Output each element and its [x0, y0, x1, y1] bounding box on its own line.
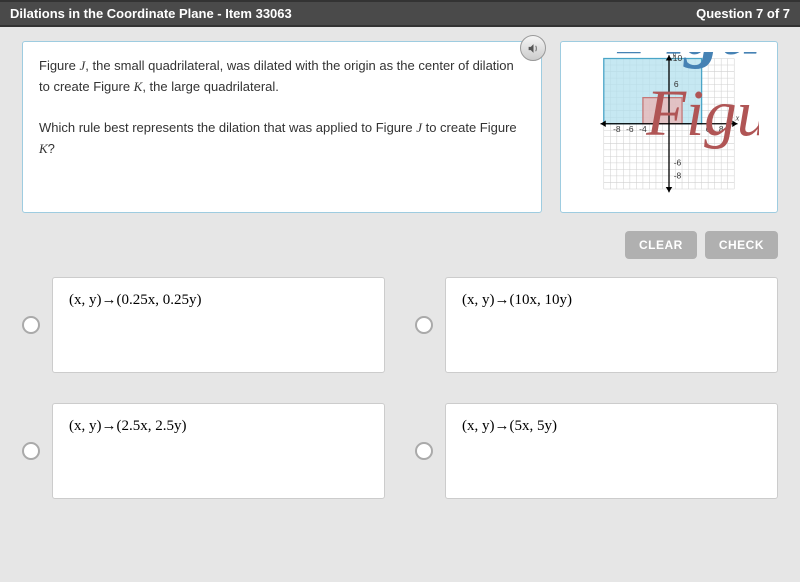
figure-j-label: Figure J: [645, 78, 759, 150]
figure-box: -8 -6 -4 6 8 10 6 -6 -8 x y Figure K Fig…: [560, 41, 778, 213]
audio-button[interactable]: [520, 35, 546, 61]
page-title: Dilations in the Coordinate Plane - Item…: [10, 6, 292, 21]
option-c-wrap: (x, y)→(2.5x, 2.5y): [22, 403, 385, 499]
coordinate-graph: -8 -6 -4 6 8 10 6 -6 -8 x y Figure K Fig…: [579, 52, 759, 202]
option-d-box[interactable]: (x, y)→(5x, 5y): [445, 403, 778, 499]
action-buttons: CLEAR CHECK: [22, 231, 778, 259]
clear-button[interactable]: CLEAR: [625, 231, 697, 259]
question-text-box: Figure J, the small quadrilateral, was d…: [22, 41, 542, 213]
option-c-box[interactable]: (x, y)→(2.5x, 2.5y): [52, 403, 385, 499]
header-bar: Dilations in the Coordinate Plane - Item…: [0, 0, 800, 27]
option-a-wrap: (x, y)→(0.25x, 0.25y): [22, 277, 385, 373]
option-b-box[interactable]: (x, y)→(10x, 10y): [445, 277, 778, 373]
option-b-wrap: (x, y)→(10x, 10y): [415, 277, 778, 373]
option-a-box[interactable]: (x, y)→(0.25x, 0.25y): [52, 277, 385, 373]
option-d-radio[interactable]: [415, 442, 433, 460]
question-paragraph-1: Figure J, the small quadrilateral, was d…: [39, 56, 525, 98]
option-b-text: (x, y)→(10x, 10y): [462, 292, 572, 308]
question-counter: Question 7 of 7: [696, 6, 790, 21]
svg-text:-8: -8: [674, 171, 682, 181]
option-d-text: (x, y)→(5x, 5y): [462, 418, 557, 434]
option-c-radio[interactable]: [22, 442, 40, 460]
svg-text:-6: -6: [626, 124, 634, 134]
option-b-radio[interactable]: [415, 316, 433, 334]
option-d-wrap: (x, y)→(5x, 5y): [415, 403, 778, 499]
content-area: Figure J, the small quadrilateral, was d…: [0, 27, 800, 513]
option-a-radio[interactable]: [22, 316, 40, 334]
svg-text:-6: -6: [674, 157, 682, 167]
option-a-text: (x, y)→(0.25x, 0.25y): [69, 292, 201, 308]
speaker-icon: [527, 42, 540, 55]
answer-options: (x, y)→(0.25x, 0.25y) (x, y)→(10x, 10y) …: [22, 277, 778, 499]
svg-text:-8: -8: [613, 124, 621, 134]
question-paragraph-2: Which rule best represents the dilation …: [39, 118, 525, 160]
check-button[interactable]: CHECK: [705, 231, 778, 259]
top-row: Figure J, the small quadrilateral, was d…: [22, 41, 778, 213]
figure-k-label: Figure K: [616, 52, 759, 69]
option-c-text: (x, y)→(2.5x, 2.5y): [69, 418, 186, 434]
